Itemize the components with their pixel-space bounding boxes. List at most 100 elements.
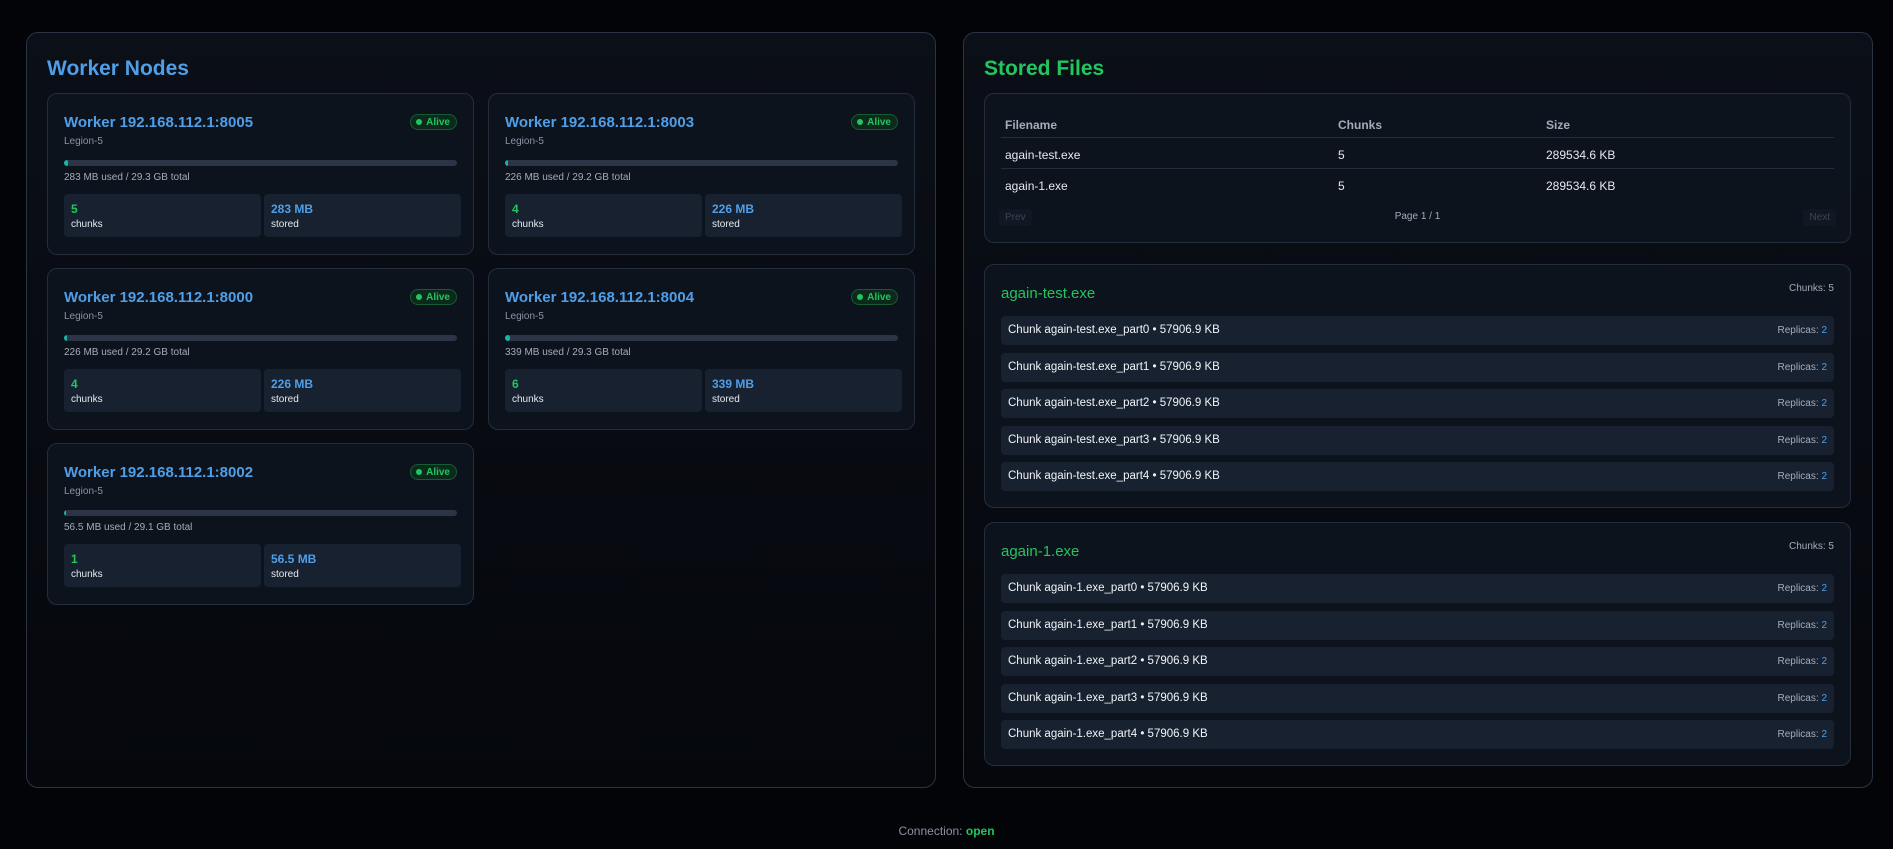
status-text: Alive (867, 291, 891, 303)
file-chunk-count: Chunks: 5 (1788, 283, 1834, 294)
storage-usage-text: 339 MB used / 29.3 GB total (505, 347, 631, 358)
chunks-stat: 5 chunks (64, 194, 261, 237)
status-badge: Alive (851, 114, 898, 130)
worker-card[interactable]: Worker 192.168.112.1:8000 Alive Legion-5… (47, 268, 474, 430)
chunk-name: Chunk again-1.exe_part4 • 57906.9 KB (1008, 728, 1208, 740)
status-badge: Alive (410, 464, 457, 480)
connection-status: Connection: open (0, 824, 1893, 838)
cell-size: 289534.6 KB (1546, 148, 1616, 162)
chunk-row[interactable]: Chunk again-1.exe_part3 • 57906.9 KB Repl… (1001, 684, 1834, 713)
replicas-info: Replicas: 2 (1778, 693, 1827, 704)
status-text: Alive (426, 116, 450, 128)
chunks-value: 1 (71, 552, 78, 566)
replicas-count: 2 (1821, 471, 1827, 482)
replicas-label: Replicas: (1777, 362, 1819, 373)
stored-value: 56.5 MB (271, 552, 317, 566)
column-header-chunks: Chunks (1338, 118, 1383, 132)
chunks-value: 6 (512, 377, 519, 391)
stored-stat: 226 MB stored (705, 194, 902, 237)
replicas-count: 2 (1821, 583, 1827, 594)
worker-title: Worker 192.168.112.1:8003 (505, 114, 695, 131)
table-divider (1001, 168, 1834, 169)
replicas-info: Replicas: 2 (1778, 362, 1827, 373)
status-badge: Alive (851, 289, 898, 305)
chunk-row[interactable]: Chunk again-test.exe_part1 • 57906.9 KB R… (1001, 353, 1834, 382)
chunk-name: Chunk again-test.exe_part2 • 57906.9 KB (1008, 397, 1220, 409)
storage-usage-bar (64, 335, 457, 341)
status-dot-icon (857, 119, 864, 125)
replicas-label: Replicas: (1777, 435, 1819, 446)
worker-title: Worker 192.168.112.1:8005 (64, 114, 254, 131)
chunks-label: chunks (71, 394, 103, 405)
storage-usage-text: 226 MB used / 29.2 GB total (505, 172, 631, 183)
worker-card[interactable]: Worker 192.168.112.1:8005 Alive Legion-5… (47, 93, 474, 255)
storage-usage-text: 283 MB used / 29.3 GB total (64, 172, 190, 183)
next-page-button[interactable]: Next (1803, 209, 1836, 226)
worker-card[interactable]: Worker 192.168.112.1:8003 Alive Legion-5… (488, 93, 915, 255)
storage-usage-text: 226 MB used / 29.2 GB total (64, 347, 190, 358)
cell-chunks: 5 (1338, 148, 1345, 162)
chunk-row[interactable]: Chunk again-test.exe_part0 • 57906.9 KB R… (1001, 316, 1834, 345)
chunk-row[interactable]: Chunk again-1.exe_part4 • 57906.9 KB Repl… (1001, 720, 1834, 749)
worker-card[interactable]: Worker 192.168.112.1:8004 Alive Legion-5… (488, 268, 915, 430)
chunk-row[interactable]: Chunk again-test.exe_part3 • 57906.9 KB R… (1001, 426, 1834, 455)
worker-title: Worker 192.168.112.1:8002 (64, 464, 254, 481)
chunks-label: chunks (71, 569, 103, 580)
status-text: Alive (867, 116, 891, 128)
stored-stat: 226 MB stored (264, 369, 461, 412)
replicas-count: 2 (1821, 729, 1827, 740)
replicas-label: Replicas: (1777, 620, 1819, 631)
worker-card[interactable]: Worker 192.168.112.1:8002 Alive Legion-5… (47, 443, 474, 605)
replicas-info: Replicas: 2 (1778, 656, 1827, 667)
file-detail-card: again-1.exe Chunks: 5 Chunk again-1.exe_… (984, 522, 1851, 766)
replicas-count: 2 (1821, 656, 1827, 667)
chunk-row[interactable]: Chunk again-1.exe_part2 • 57906.9 KB Repl… (1001, 647, 1834, 676)
chunk-name: Chunk again-test.exe_part1 • 57906.9 KB (1008, 361, 1220, 373)
chunk-name: Chunk again-1.exe_part0 • 57906.9 KB (1008, 582, 1208, 594)
chunks-value: 4 (512, 202, 519, 216)
stored-stat: 283 MB stored (264, 194, 461, 237)
connection-label: Connection: (898, 824, 963, 838)
status-dot-icon (416, 469, 423, 475)
stored-files-title: Stored Files (984, 57, 1105, 80)
stored-label: stored (712, 219, 740, 230)
stored-label: stored (271, 569, 299, 580)
storage-usage-bar (505, 160, 898, 166)
chunk-row[interactable]: Chunk again-test.exe_part4 • 57906.9 KB R… (1001, 462, 1834, 491)
file-detail-title: again-1.exe (1001, 543, 1080, 560)
stored-value: 339 MB (712, 377, 755, 391)
stored-label: stored (271, 219, 299, 230)
storage-usage-bar (64, 510, 457, 516)
replicas-label: Replicas: (1777, 583, 1819, 594)
status-dot-icon (416, 294, 423, 300)
worker-title: Worker 192.168.112.1:8004 (505, 289, 695, 306)
replicas-info: Replicas: 2 (1778, 398, 1827, 409)
storage-usage-bar (64, 160, 457, 166)
chunk-name: Chunk again-test.exe_part0 • 57906.9 KB (1008, 324, 1220, 336)
replicas-label: Replicas: (1777, 398, 1819, 409)
chunk-row[interactable]: Chunk again-1.exe_part1 • 57906.9 KB Repl… (1001, 611, 1834, 640)
replicas-count: 2 (1821, 693, 1827, 704)
status-text: Alive (426, 466, 450, 478)
worker-host: Legion-5 (64, 311, 103, 322)
chunks-stat: 4 chunks (64, 369, 261, 412)
chunks-stat: 4 chunks (505, 194, 702, 237)
connection-state: open (965, 824, 995, 838)
chunks-label: chunks (512, 219, 544, 230)
replicas-count: 2 (1821, 362, 1827, 373)
files-table: Filename Chunks Size again-test.exe 5 28… (984, 93, 1851, 243)
file-chunk-count: Chunks: 5 (1788, 541, 1834, 552)
worker-title: Worker 192.168.112.1:8000 (64, 289, 254, 306)
cell-filename: again-1.exe (1005, 179, 1068, 193)
cell-filename: again-test.exe (1005, 148, 1081, 162)
replicas-count: 2 (1821, 620, 1827, 631)
chunk-row[interactable]: Chunk again-1.exe_part0 • 57906.9 KB Repl… (1001, 574, 1834, 603)
storage-usage-bar (505, 335, 898, 341)
cell-chunks: 5 (1338, 179, 1345, 193)
chunk-name: Chunk again-1.exe_part3 • 57906.9 KB (1008, 692, 1208, 704)
replicas-info: Replicas: 2 (1778, 471, 1827, 482)
stored-value: 226 MB (712, 202, 755, 216)
storage-usage-fill (64, 510, 67, 516)
replicas-info: Replicas: 2 (1778, 325, 1827, 336)
chunk-row[interactable]: Chunk again-test.exe_part2 • 57906.9 KB R… (1001, 389, 1834, 418)
